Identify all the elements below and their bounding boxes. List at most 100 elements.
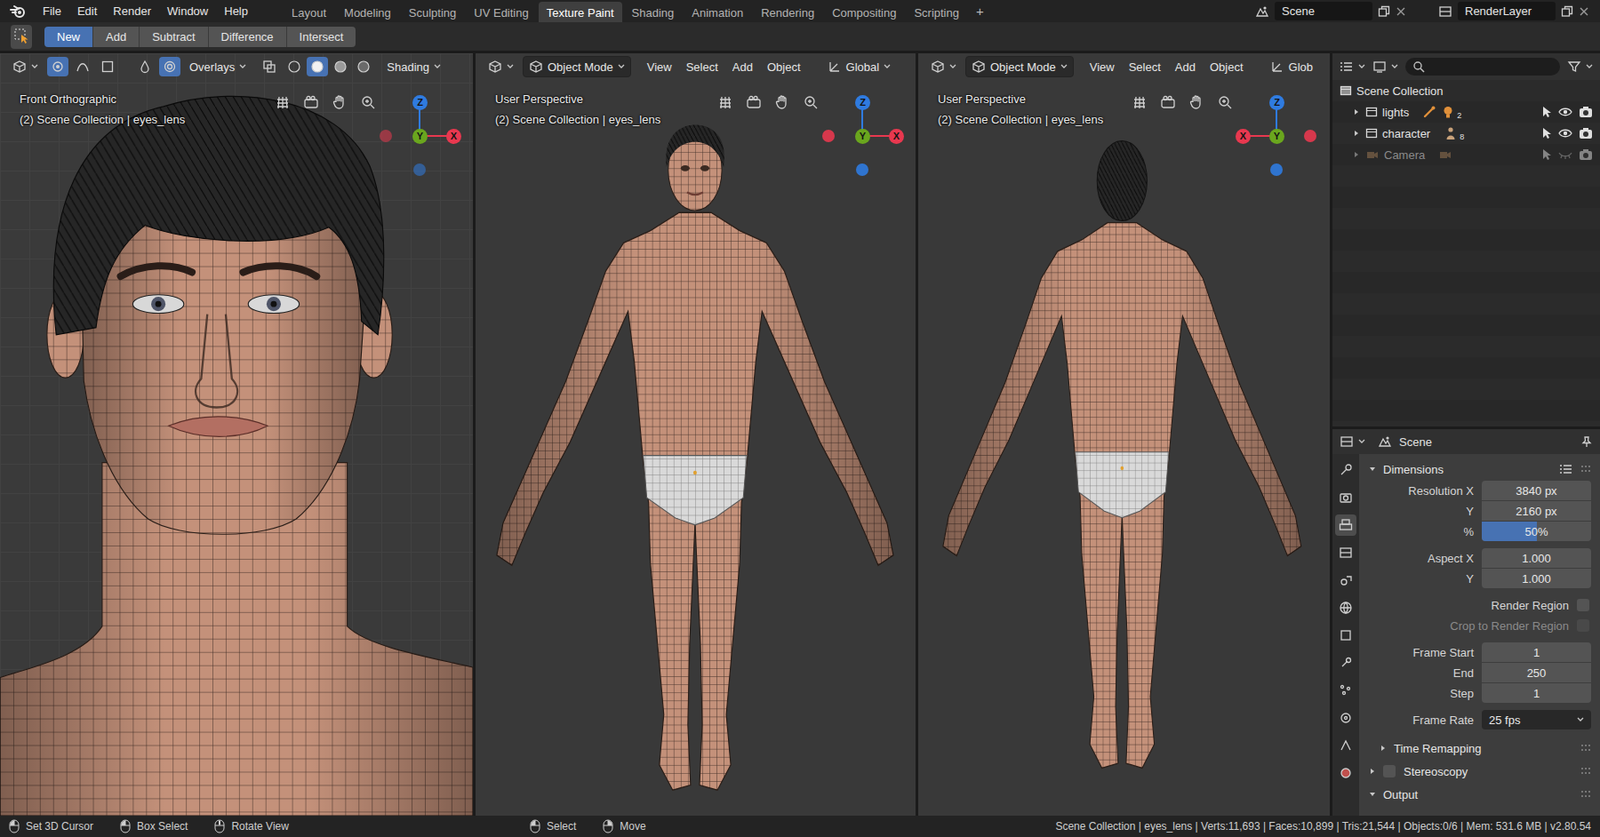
outliner-row[interactable]: Scene Collection: [1332, 80, 1600, 102]
sphere-icon[interactable]: [333, 59, 348, 74]
view-layer-field[interactable]: RenderLayer: [1457, 1, 1556, 21]
negative-axis[interactable]: [1270, 163, 1283, 176]
outliner-row[interactable]: lights2: [1332, 101, 1600, 123]
header-menu[interactable]: Select: [680, 57, 724, 77]
header-toggle[interactable]: [96, 56, 119, 77]
copy-icon[interactable]: [1560, 5, 1574, 18]
header-dropdown[interactable]: Global: [822, 56, 897, 77]
editor-type[interactable]: [1339, 60, 1366, 73]
tab-icon[interactable]: [1338, 490, 1353, 505]
axis-ball[interactable]: X: [888, 128, 904, 144]
grid-icon[interactable]: [274, 94, 291, 111]
selectable-arrow-icon[interactable]: [1541, 148, 1552, 161]
select-box-icon[interactable]: [13, 27, 30, 44]
mode-button[interactable]: New: [44, 26, 94, 48]
camera-button[interactable]: [742, 90, 766, 114]
workspace-tab[interactable]: Compositing: [824, 1, 904, 24]
workspace-tab[interactable]: Shading: [624, 1, 683, 24]
filter-icon[interactable]: [1567, 59, 1582, 74]
render-camera-icon[interactable]: [1578, 148, 1593, 161]
camera-icon[interactable]: [1160, 94, 1176, 111]
menu-item[interactable]: Render: [105, 1, 159, 21]
add-workspace-button[interactable]: +: [968, 0, 992, 22]
editor-type[interactable]: [925, 56, 962, 77]
menu-item[interactable]: Help: [216, 1, 256, 21]
properties-tab[interactable]: [1335, 707, 1357, 729]
grip-icon[interactable]: [1580, 790, 1592, 800]
grid-icon[interactable]: [1131, 94, 1148, 111]
tab-icon[interactable]: [1338, 573, 1353, 588]
expand-toggle[interactable]: [1378, 744, 1388, 753]
dropdown[interactable]: 25 fps: [1481, 710, 1592, 730]
header-menu[interactable]: Add: [1169, 57, 1201, 77]
header-menu[interactable]: View: [641, 57, 678, 77]
header-label[interactable]: Add: [732, 60, 753, 74]
workspace-tab[interactable]: Layout: [283, 1, 335, 24]
editor-type[interactable]: [7, 56, 44, 77]
slider-field[interactable]: 50%: [1481, 521, 1592, 542]
header-label[interactable]: Object: [767, 60, 801, 74]
properties-tab[interactable]: [1335, 542, 1357, 564]
zoom-icon[interactable]: [1216, 94, 1233, 111]
properties-tab[interactable]: [1335, 569, 1357, 592]
shading-button[interactable]: [306, 56, 328, 77]
triangle-right-icon[interactable]: [1378, 744, 1388, 753]
axis-gizmo[interactable]: ZYX: [375, 91, 464, 172]
filter[interactable]: [1567, 59, 1593, 74]
cube-icon[interactable]: [12, 59, 27, 74]
camera-icon[interactable]: [303, 94, 320, 111]
mode-button[interactable]: Intersect: [287, 26, 357, 48]
tab-icon[interactable]: [1338, 518, 1353, 533]
editor-type[interactable]: [482, 56, 520, 77]
camera-data-icon[interactable]: [1438, 147, 1453, 162]
shading-button[interactable]: [283, 56, 305, 77]
negative-axis[interactable]: [856, 163, 869, 176]
properties-tab[interactable]: [1335, 680, 1357, 702]
properties-tab[interactable]: [1335, 459, 1357, 481]
mode-button[interactable]: Subtract: [139, 26, 208, 48]
mode-button[interactable]: Difference: [208, 26, 288, 48]
grid-button[interactable]: [1128, 90, 1152, 114]
grip-icon[interactable]: [1580, 767, 1592, 776]
zoom-icon[interactable]: [802, 94, 819, 111]
grid-button[interactable]: [271, 90, 295, 114]
expand-toggle[interactable]: [1368, 790, 1377, 800]
scene-field[interactable]: Scene: [1274, 1, 1373, 21]
checkbox[interactable]: [1576, 599, 1590, 612]
properties-icon[interactable]: [1339, 434, 1354, 449]
outliner-row[interactable]: Camera: [1332, 144, 1600, 166]
panel-header[interactable]: Dimensions: [1364, 457, 1592, 481]
header-truncated[interactable]: Glob: [1264, 56, 1319, 77]
zoom-icon[interactable]: [360, 94, 376, 111]
header-label[interactable]: Select: [686, 60, 719, 74]
field-value[interactable]: 1: [1533, 687, 1540, 701]
field-value[interactable]: 1.000: [1521, 572, 1552, 586]
hand-button[interactable]: [1184, 90, 1208, 114]
header-toggle[interactable]: [159, 56, 181, 77]
visibility-toggle[interactable]: [1558, 149, 1573, 160]
triangle-right-icon[interactable]: [1352, 150, 1361, 160]
eye-open-icon[interactable]: [1558, 106, 1573, 118]
number-field[interactable]: 2160 px: [1481, 501, 1592, 521]
panel-title[interactable]: Dimensions: [1383, 463, 1444, 477]
number-field[interactable]: 3840 px: [1481, 480, 1592, 501]
item-name[interactable]: character: [1382, 127, 1431, 141]
camera-button[interactable]: [1156, 90, 1180, 114]
header-menu[interactable]: Select: [1123, 57, 1167, 77]
header-label[interactable]: Overlays: [189, 60, 235, 74]
panel-title[interactable]: Stereoscopy: [1403, 765, 1468, 779]
hand-button[interactable]: [770, 90, 794, 114]
field-value[interactable]: 1: [1533, 646, 1540, 660]
hand-icon[interactable]: [1188, 94, 1205, 111]
3d-viewport[interactable]: Object ModeViewSelectAddObjectGlobUser P…: [918, 53, 1330, 816]
negative-axis[interactable]: [379, 129, 392, 143]
view-layer-name[interactable]: RenderLayer: [1464, 4, 1532, 18]
axis-ball[interactable]: Z: [1269, 95, 1285, 111]
tab-icon[interactable]: [1338, 711, 1353, 726]
render-camera-icon[interactable]: [1578, 127, 1593, 140]
field-value[interactable]: 2160 px: [1515, 504, 1557, 519]
workspace-tab[interactable]: Sculpting: [400, 1, 464, 24]
number-field[interactable]: 250: [1481, 663, 1592, 683]
close-icon[interactable]: [1578, 6, 1590, 17]
triangle-down-icon[interactable]: [1368, 464, 1377, 474]
